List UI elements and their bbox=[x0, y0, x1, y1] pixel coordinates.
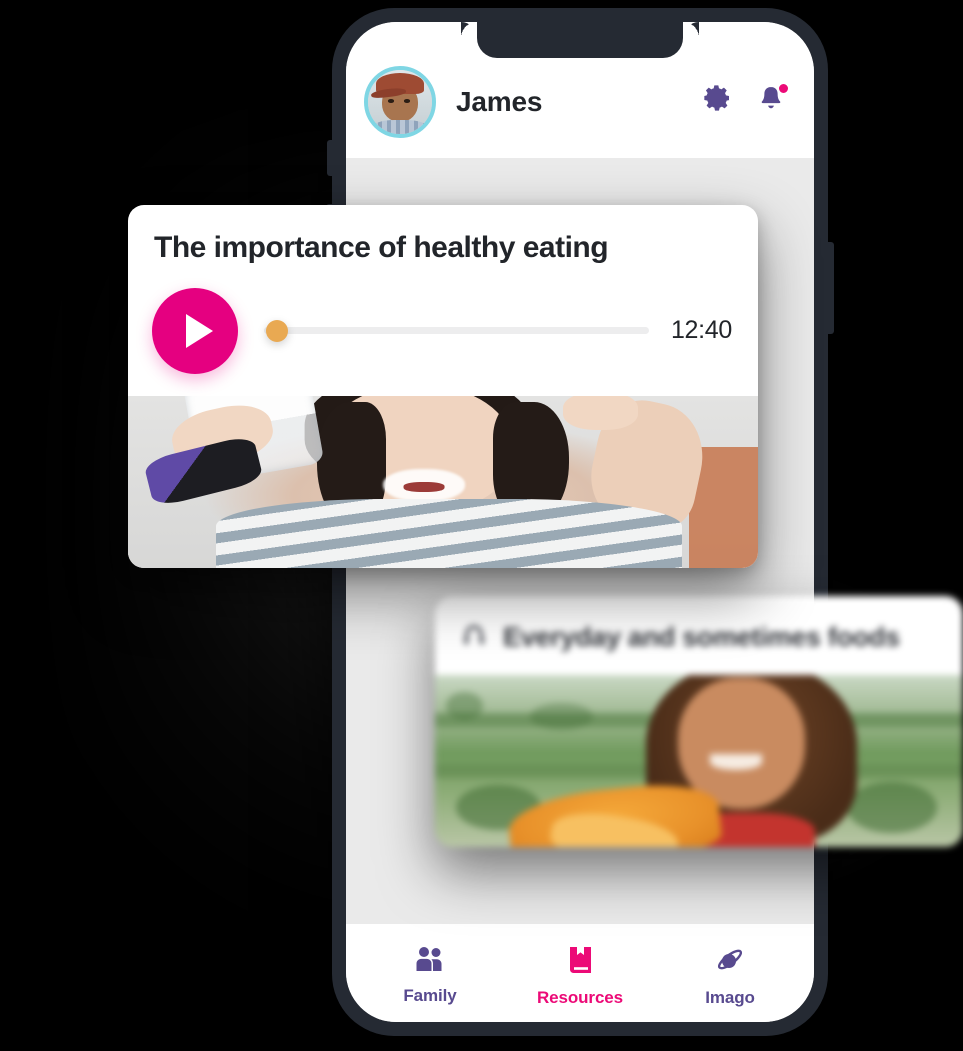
avatar[interactable] bbox=[364, 66, 436, 138]
video-card-title: The importance of healthy eating bbox=[154, 231, 609, 264]
video-card-thumbnail[interactable] bbox=[128, 395, 758, 568]
notification-badge bbox=[777, 82, 790, 95]
planet-icon bbox=[715, 946, 745, 979]
nav-label-family: Family bbox=[403, 986, 457, 1005]
nav-item-imago[interactable]: Imago bbox=[682, 946, 778, 1008]
play-button[interactable] bbox=[152, 287, 238, 374]
audio-card-header: Everyday and sometimes foods bbox=[435, 596, 963, 675]
header-actions bbox=[700, 82, 790, 117]
headphones-icon bbox=[461, 622, 487, 653]
phone-mute-switch[interactable] bbox=[327, 140, 334, 176]
progress-thumb[interactable] bbox=[266, 319, 288, 342]
progress-track bbox=[264, 327, 649, 334]
video-card-header: The importance of healthy eating 12:40 bbox=[128, 205, 758, 396]
nav-item-resources[interactable]: Resources bbox=[532, 946, 628, 1008]
audio-card-title: Everyday and sometimes foods bbox=[503, 622, 900, 652]
nav-item-family[interactable]: Family bbox=[382, 946, 478, 1006]
people-icon bbox=[415, 946, 445, 977]
user-name: James bbox=[456, 86, 543, 117]
settings-button[interactable] bbox=[700, 83, 734, 117]
notifications-button[interactable] bbox=[754, 82, 790, 117]
bottom-navigation: Family Resources Imago bbox=[346, 924, 814, 1022]
duration-label: 12:40 bbox=[670, 316, 732, 344]
progress-slider[interactable] bbox=[264, 319, 649, 342]
bookmark-icon bbox=[567, 946, 594, 979]
play-icon bbox=[186, 313, 213, 348]
audio-resource-card[interactable]: Everyday and sometimes foods bbox=[435, 596, 963, 847]
nav-label-resources: Resources bbox=[536, 988, 624, 1007]
video-resource-card[interactable]: The importance of healthy eating 12:40 bbox=[128, 205, 758, 568]
gear-icon bbox=[701, 82, 733, 119]
avatar-image bbox=[368, 70, 432, 134]
nav-label-imago: Imago bbox=[705, 988, 755, 1007]
media-player-controls: 12:40 bbox=[152, 287, 732, 374]
phone-notch bbox=[461, 22, 699, 58]
phone-power-button[interactable] bbox=[826, 242, 834, 334]
audio-card-thumbnail bbox=[435, 675, 963, 847]
